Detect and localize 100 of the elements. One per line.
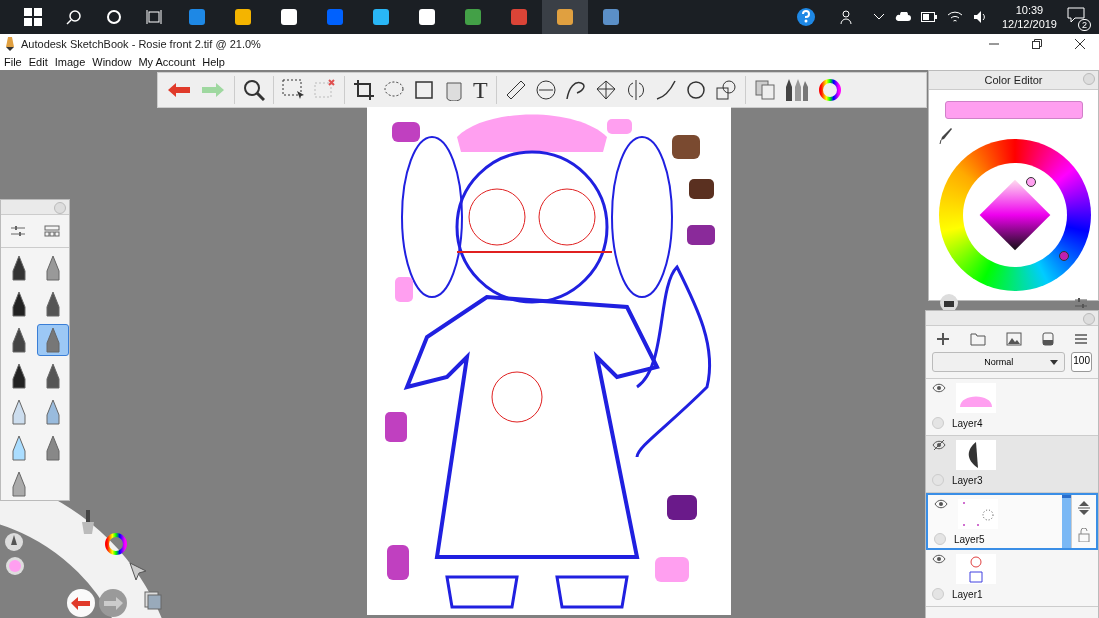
redo-button[interactable]	[98, 588, 128, 618]
ellipse-guide-icon[interactable]	[534, 79, 557, 101]
notification-count: 2	[1078, 19, 1091, 31]
text-tool[interactable]: T	[473, 78, 488, 102]
brush-size-icon[interactable]	[4, 532, 24, 552]
visibility-icon[interactable]	[932, 554, 946, 564]
copy-icon[interactable]	[753, 79, 776, 101]
menu-item[interactable]: Image	[54, 56, 86, 68]
caret-icon	[1050, 360, 1059, 365]
menu-item[interactable]: Edit	[28, 56, 48, 68]
sliders-icon[interactable]	[10, 224, 26, 238]
layer-thumbnail	[956, 554, 996, 584]
menu-item[interactable]: My Account	[138, 56, 196, 68]
speaker-icon[interactable]	[972, 10, 987, 24]
battery-icon[interactable]	[920, 12, 937, 22]
brush-icon	[10, 291, 28, 317]
grid-icon[interactable]	[44, 225, 60, 237]
cloud-icon[interactable]	[894, 12, 911, 22]
zoom-icon[interactable]	[243, 79, 265, 101]
panel-title: Color Editor	[984, 74, 1043, 86]
crop-icon[interactable]	[353, 79, 375, 101]
window-title: Autodesk SketchBook - Rosie front 2.tif @ 21.0%	[21, 38, 261, 50]
brush-icon	[44, 327, 62, 353]
close-icon[interactable]	[1075, 39, 1085, 49]
color-puck-icon[interactable]	[5, 556, 25, 576]
brush-icon	[44, 399, 62, 425]
visibility-icon[interactable]	[932, 440, 946, 450]
color-wheel-icon[interactable]	[817, 78, 842, 102]
circle-icon[interactable]	[106, 9, 122, 25]
layer-name: Layer3	[952, 474, 983, 486]
ruler-icon[interactable]	[504, 79, 527, 101]
brush-icon	[10, 363, 28, 389]
cursor-icon[interactable]	[128, 561, 148, 581]
menu-item[interactable]: Help	[202, 56, 225, 68]
layer-thumbnail	[956, 383, 996, 413]
app-icon[interactable]	[233, 7, 253, 27]
brush-icon	[44, 435, 62, 461]
windows-logo-icon[interactable]	[24, 8, 42, 26]
undo-button[interactable]	[66, 588, 96, 618]
layer-radio[interactable]	[932, 417, 944, 429]
eyedropper-icon[interactable]	[939, 127, 953, 145]
fill-icon[interactable]	[443, 79, 465, 101]
stroke-icon[interactable]	[654, 79, 677, 101]
curve-icon[interactable]	[564, 79, 587, 101]
shapes-icon[interactable]	[714, 79, 737, 101]
perspective-icon[interactable]	[594, 79, 617, 101]
clock[interactable]: 10:39 12/12/2019	[1001, 3, 1057, 31]
sliders-icon[interactable]	[1074, 296, 1088, 310]
layer-radio[interactable]	[932, 588, 944, 600]
brush-icon	[44, 291, 62, 317]
layer-radio[interactable]	[932, 474, 944, 486]
folder-icon[interactable]	[970, 332, 986, 346]
chevron-icon[interactable]	[872, 13, 885, 21]
visibility-icon[interactable]	[932, 383, 946, 393]
menu-item[interactable]: File	[4, 56, 22, 68]
transform-icon[interactable]	[413, 79, 435, 101]
selection-icon[interactable]	[282, 79, 306, 101]
notification-icon[interactable]	[1067, 7, 1085, 23]
image-icon[interactable]	[1006, 332, 1022, 346]
pencil-icon	[4, 37, 16, 51]
lock-icon[interactable]	[1078, 527, 1090, 542]
restore-icon[interactable]	[1032, 39, 1042, 49]
visibility-icon[interactable]	[934, 499, 948, 509]
layer-name: Layer1	[952, 588, 983, 600]
brush-icon	[44, 363, 62, 389]
eraser-icon[interactable]	[1042, 332, 1054, 346]
brush-icon	[10, 471, 28, 497]
app-icon[interactable]	[417, 7, 437, 27]
undo-arrow-icon[interactable]	[166, 80, 192, 100]
layer-thumbnail	[956, 440, 996, 470]
color-wheel-icon[interactable]	[104, 532, 128, 556]
clock-time: 10:39	[1015, 3, 1044, 17]
add-icon[interactable]	[936, 332, 950, 346]
brush-icon	[10, 255, 28, 281]
layers-icon[interactable]	[143, 590, 163, 610]
layer-item[interactable]: Layer3	[926, 436, 1098, 493]
layer-name: Layer4	[952, 417, 983, 429]
layer-thumbnail	[958, 499, 998, 529]
menu-icon[interactable]	[1074, 333, 1088, 345]
clock-date: 12/12/2019	[1001, 17, 1057, 31]
menu-item[interactable]: Window	[92, 56, 132, 68]
move-icon[interactable]	[1078, 501, 1090, 516]
brush-icon	[44, 255, 62, 281]
circle-icon[interactable]	[684, 79, 707, 101]
search-icon[interactable]	[66, 9, 82, 25]
opacity-field[interactable]: 100	[1071, 352, 1092, 372]
layer-name: Layer5	[954, 533, 985, 545]
task-view-icon[interactable]	[146, 9, 162, 25]
app-icon[interactable]	[279, 7, 299, 27]
brushes-icon[interactable]	[783, 77, 810, 103]
layer-radio[interactable]	[934, 533, 946, 545]
brush-icon	[10, 435, 28, 461]
brush-icon	[10, 327, 28, 353]
wifi-icon[interactable]	[946, 10, 963, 24]
layer-item[interactable]: Layer5	[926, 493, 1098, 550]
help-icon[interactable]	[795, 7, 816, 27]
blend-mode-dropdown[interactable]: Normal	[932, 352, 1066, 372]
brush-icon	[10, 399, 28, 425]
clear-selection-icon[interactable]	[314, 79, 336, 101]
app-icon[interactable]	[371, 7, 391, 27]
